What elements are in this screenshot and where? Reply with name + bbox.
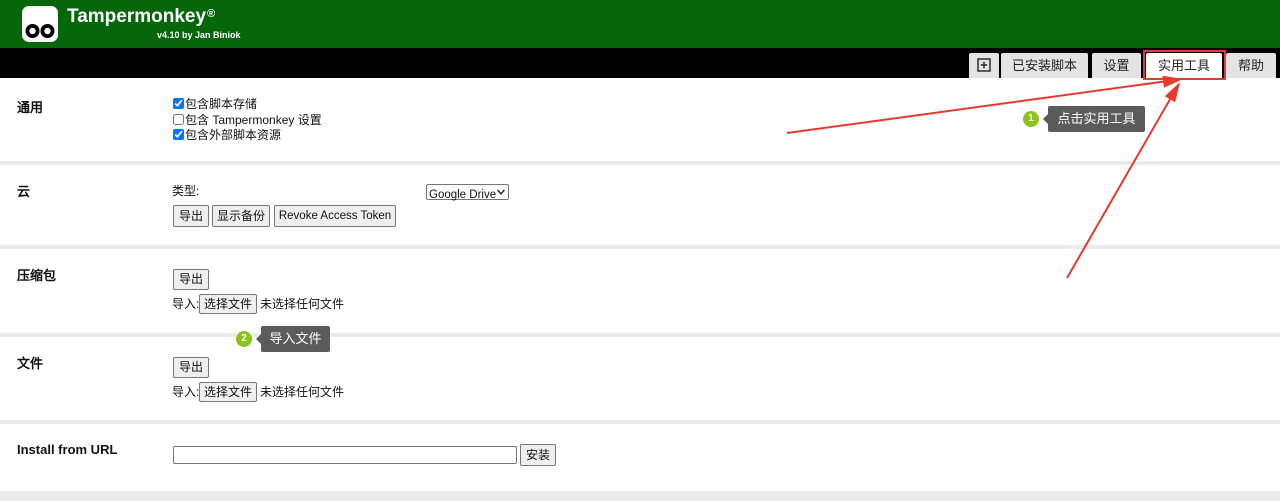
include-tampermonkey-settings-checkbox[interactable]	[173, 113, 184, 125]
option-label: 包含 Tampermonkey 设置	[185, 112, 322, 127]
archive-export-button[interactable]: 导出	[173, 269, 209, 290]
section-title-file: 文件	[17, 356, 44, 371]
section-title-archive: 压缩包	[17, 268, 57, 283]
tab-help[interactable]: 帮助	[1226, 53, 1276, 78]
tab-new-script[interactable]	[969, 53, 999, 78]
archive-no-file-text: 未选择任何文件	[260, 297, 345, 311]
tab-utilities[interactable]: 实用工具	[1146, 53, 1222, 78]
archive-choose-file-button[interactable]: 选择文件	[199, 294, 257, 314]
option-include-external-resources[interactable]: 包含外部脚本资源	[172, 128, 322, 144]
app-header: Tampermonkey® v4.10 by Jan Biniok	[0, 0, 1280, 48]
file-choose-file-button[interactable]: 选择文件	[199, 382, 257, 402]
section-title-general: 通用	[17, 100, 44, 115]
cloud-type-dropdown[interactable]: Google Drive	[426, 184, 509, 202]
cloud-export-button[interactable]: 导出	[173, 205, 209, 227]
annotation-tooltip-2: 导入文件	[256, 326, 330, 352]
archive-import-label: 导入:	[172, 297, 200, 311]
section-title-install-url: Install from URL	[17, 442, 118, 457]
show-backup-button[interactable]: 显示备份	[212, 205, 270, 227]
cloud-type-label: 类型:	[172, 184, 200, 198]
general-options: 包含脚本存储 包含 Tampermonkey 设置 包含外部脚本资源	[172, 97, 322, 144]
option-include-tampermonkey-settings[interactable]: 包含 Tampermonkey 设置	[172, 113, 322, 129]
file-import-label: 导入:	[172, 385, 200, 399]
tab-settings[interactable]: 设置	[1092, 53, 1141, 78]
section-install-url: Install from URL 安装	[0, 424, 1280, 491]
plus-square-icon	[977, 58, 991, 72]
option-label: 包含脚本存储	[185, 97, 258, 111]
tab-bar: 已安装脚本 设置 实用工具 帮助	[0, 48, 1280, 78]
section-archive: 压缩包 导出 导入: 选择文件 未选择任何文件	[0, 249, 1280, 333]
tampermonkey-logo	[22, 6, 58, 42]
version-line: v4.10 by Jan Biniok	[157, 30, 241, 40]
annotation-tooltip-1: 点击实用工具	[1043, 106, 1145, 132]
install-button[interactable]: 安装	[520, 444, 556, 466]
revoke-access-token-button[interactable]: Revoke Access Token	[274, 205, 396, 227]
section-cloud: 云 类型: Google Drive 导出 显示备份 Revoke Access…	[0, 165, 1280, 245]
file-no-file-text: 未选择任何文件	[260, 385, 345, 399]
include-external-resources-checkbox[interactable]	[173, 129, 184, 140]
app-name-text: Tampermonkey	[67, 6, 207, 27]
include-script-storage-checkbox[interactable]	[173, 98, 184, 109]
section-file: 文件 导出 导入: 选择文件 未选择任何文件	[0, 337, 1280, 420]
step-badge-1: 1	[1023, 111, 1039, 127]
cloud-type-select[interactable]: Google Drive	[427, 188, 508, 202]
app-title: Tampermonkey®	[67, 5, 215, 29]
option-include-script-storage[interactable]: 包含脚本存储	[172, 97, 322, 113]
registered-mark: ®	[207, 8, 216, 20]
section-title-cloud: 云	[17, 184, 31, 199]
option-label: 包含外部脚本资源	[185, 128, 282, 142]
install-url-input[interactable]	[173, 446, 517, 464]
tab-installed-scripts[interactable]: 已安装脚本	[1001, 53, 1088, 78]
file-export-button[interactable]: 导出	[173, 357, 209, 378]
step-badge-2: 2	[236, 331, 252, 347]
